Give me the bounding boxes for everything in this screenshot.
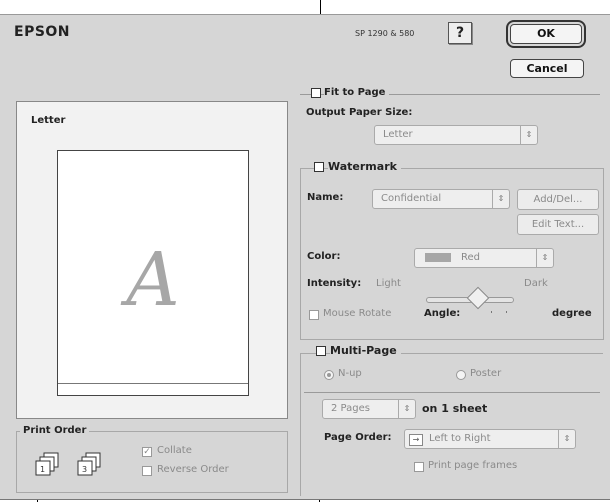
intensity-light-label: Light xyxy=(376,278,401,289)
add-del-button[interactable]: Add/Del... xyxy=(517,189,599,210)
watermark-color-select[interactable]: Red ⇕ xyxy=(414,248,554,268)
select-arrows-icon: ⇕ xyxy=(520,126,537,144)
page-order-value: Left to Right xyxy=(429,433,491,444)
select-arrows-icon: ⇕ xyxy=(558,430,575,448)
slider-tick xyxy=(506,311,507,313)
preview-paper-label: Letter xyxy=(31,115,66,126)
poster-radio[interactable] xyxy=(456,370,466,380)
select-arrows-icon: ⇕ xyxy=(492,190,509,208)
multi-page-checkbox[interactable] xyxy=(316,346,326,356)
output-paper-size-value: Letter xyxy=(383,129,413,140)
ok-button[interactable]: OK xyxy=(510,24,582,44)
print-page-frames-checkbox[interactable] xyxy=(414,462,424,472)
watermark-name-select[interactable]: Confidential ⇕ xyxy=(372,189,510,209)
mouse-rotate-label: Mouse Rotate xyxy=(323,308,392,319)
fit-to-page-label: Fit to Page xyxy=(324,87,390,98)
printer-layout-dialog: EPSON SP 1290 & 580 ? OK Cancel Letter A… xyxy=(0,14,610,500)
printer-model: SP 1290 & 580 xyxy=(355,29,415,38)
cancel-button[interactable]: Cancel xyxy=(510,59,584,78)
page-order-select[interactable]: → Left to Right ⇕ xyxy=(404,429,576,449)
watermark-preview-glyph: A xyxy=(126,237,180,323)
intensity-label: Intensity: xyxy=(307,278,362,289)
poster-label: Poster xyxy=(470,368,502,379)
preview-panel: Letter A xyxy=(16,101,288,419)
collate-label: Collate xyxy=(157,445,192,456)
preview-margin-line xyxy=(58,383,248,384)
nup-label: N-up xyxy=(338,368,362,379)
nup-radio[interactable] xyxy=(324,370,334,380)
slider-tick xyxy=(491,311,492,313)
pages-per-sheet-value: 2 Pages xyxy=(331,403,370,414)
output-paper-size-select[interactable]: Letter ⇕ xyxy=(374,125,538,145)
watermark-color-value: Red xyxy=(461,252,480,263)
watermark-name-label: Name: xyxy=(307,192,344,203)
brand-logo: EPSON xyxy=(14,24,71,40)
select-arrows-icon: ⇕ xyxy=(536,249,553,267)
fit-to-page-checkbox[interactable] xyxy=(311,88,321,98)
angle-unit-label: degree xyxy=(552,308,592,319)
watermark-label: Watermark xyxy=(328,160,401,173)
multi-page-separator xyxy=(304,392,600,393)
svg-text:1: 1 xyxy=(40,465,45,474)
pages-per-sheet-select[interactable]: 2 Pages ⇕ xyxy=(322,399,416,419)
on-sheet-label: on 1 sheet xyxy=(422,402,488,415)
collate-checkbox[interactable]: ✓ xyxy=(142,447,152,457)
help-button[interactable]: ? xyxy=(448,22,472,44)
watermark-name-value: Confidential xyxy=(381,193,442,204)
page-order-arrow-icon: → xyxy=(409,434,423,446)
intensity-dark-label: Dark xyxy=(524,278,548,289)
multi-page-label: Multi-Page xyxy=(330,344,401,357)
page-order-label: Page Order: xyxy=(324,432,392,443)
print-order-title: Print Order xyxy=(20,425,90,436)
print-page-frames-label: Print page frames xyxy=(428,460,518,471)
watermark-checkbox[interactable] xyxy=(314,162,324,172)
reverse-order-pages-icon: 3 xyxy=(77,452,101,476)
angle-label: Angle: xyxy=(424,308,461,319)
collate-pages-icon: 1 xyxy=(35,452,59,476)
reverse-order-checkbox[interactable] xyxy=(142,466,152,476)
output-paper-size-label: Output Paper Size: xyxy=(306,107,413,118)
svg-text:3: 3 xyxy=(82,465,87,474)
mouse-rotate-checkbox[interactable] xyxy=(309,310,319,320)
reverse-order-label: Reverse Order xyxy=(157,464,229,475)
select-arrows-icon: ⇕ xyxy=(398,400,415,418)
color-swatch xyxy=(425,253,451,262)
watermark-color-label: Color: xyxy=(307,251,341,262)
edit-text-button[interactable]: Edit Text... xyxy=(517,214,599,235)
preview-paper: A xyxy=(57,150,249,396)
